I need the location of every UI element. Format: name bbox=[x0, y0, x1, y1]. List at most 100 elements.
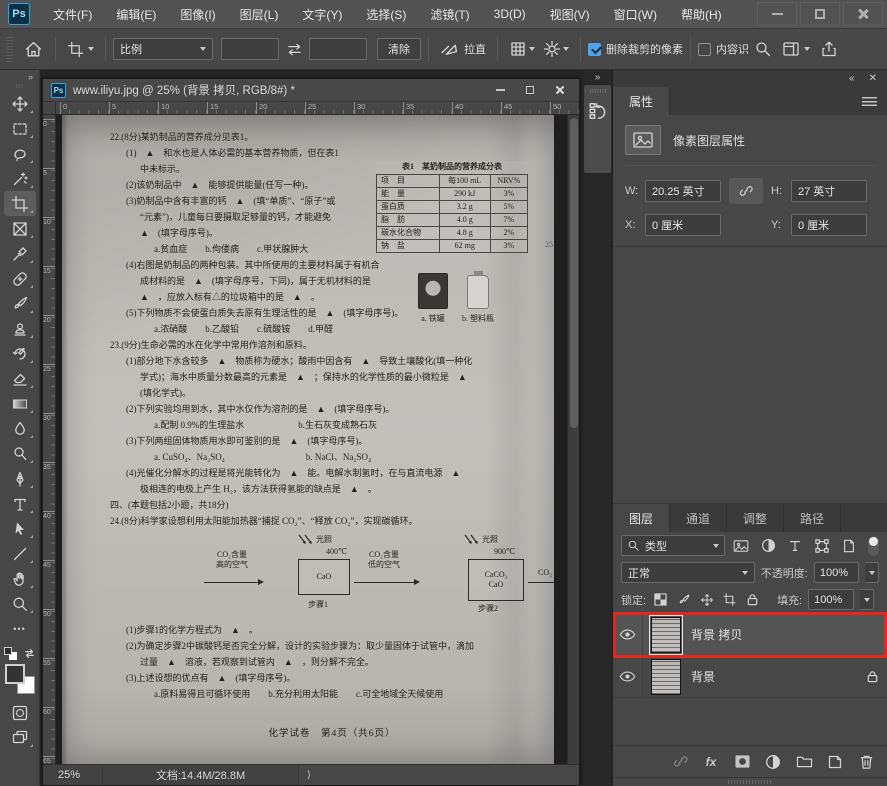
vertical-ruler[interactable]: 0 5 10 15 20 25 30 35 40 45 50 55 60 65 bbox=[43, 115, 56, 764]
delete-cropped-pixels-checkbox[interactable] bbox=[588, 42, 601, 56]
menu-item[interactable]: 视图(V) bbox=[539, 1, 601, 28]
toolbar-collapse-chevrons[interactable]: » bbox=[28, 72, 39, 84]
document-minimize-button[interactable] bbox=[485, 81, 515, 99]
menu-item[interactable]: 文件(F) bbox=[42, 1, 103, 28]
layer-row-background-copy[interactable]: 背景 拷贝 bbox=[613, 612, 887, 658]
menu-item[interactable]: 编辑(E) bbox=[105, 1, 167, 28]
gradient-tool[interactable] bbox=[4, 391, 36, 416]
lock-all-button[interactable] bbox=[744, 591, 761, 608]
layer-row-background[interactable]: 背景 bbox=[613, 656, 887, 698]
lock-position-button[interactable] bbox=[698, 591, 715, 608]
move-tool[interactable] bbox=[4, 91, 36, 116]
y-field[interactable]: 0 厘米 bbox=[791, 214, 867, 236]
menu-item[interactable]: 文字(Y) bbox=[291, 1, 353, 28]
tab-properties[interactable]: 属性 bbox=[613, 87, 671, 115]
swap-width-height-button[interactable] bbox=[279, 34, 309, 64]
document-titlebar[interactable]: Ps www.iliyu.jpg @ 25% (背景 拷贝, RGB/8#) * bbox=[43, 79, 579, 102]
swap-colors-icon[interactable] bbox=[23, 647, 36, 660]
document-maximize-button[interactable] bbox=[515, 81, 545, 99]
clone-stamp-tool[interactable] bbox=[4, 316, 36, 341]
link-layers-button[interactable] bbox=[669, 751, 691, 773]
menu-item[interactable]: 3D(D) bbox=[483, 2, 537, 26]
fill-dropdown-button[interactable] bbox=[860, 589, 875, 610]
clear-button[interactable]: 清除 bbox=[377, 38, 421, 60]
collapse-to-icons-button[interactable]: « bbox=[849, 73, 855, 84]
lock-image-pixels-button[interactable] bbox=[675, 591, 692, 608]
panel-close-button[interactable]: ✕ bbox=[869, 73, 877, 84]
screen-mode-button[interactable] bbox=[4, 725, 36, 750]
ruler-corner[interactable] bbox=[43, 102, 56, 115]
filter-pixel-layers-button[interactable] bbox=[731, 536, 752, 556]
delete-layer-button[interactable] bbox=[855, 751, 877, 773]
path-selection-tool[interactable] bbox=[4, 516, 36, 541]
frame-tool[interactable] bbox=[4, 216, 36, 241]
brush-tool[interactable] bbox=[4, 291, 36, 316]
horizontal-ruler[interactable]: 0 5 10 15 20 25 30 35 40 45 50 bbox=[56, 102, 579, 115]
canvas-area[interactable]: 22.(8分)某奶制品的营养成分见表1。 (1) ▲ 和水也是人体必需的基本营养物… bbox=[56, 115, 579, 764]
panel-menu-icon[interactable] bbox=[862, 96, 877, 106]
link-dimensions-button[interactable] bbox=[729, 178, 763, 204]
foreground-background-colors[interactable] bbox=[4, 664, 35, 694]
menu-item[interactable]: 滤镜(T) bbox=[419, 1, 480, 28]
history-brush-tool[interactable] bbox=[4, 341, 36, 366]
lock-artboard-button[interactable] bbox=[721, 591, 738, 608]
spot-healing-brush-tool[interactable] bbox=[4, 266, 36, 291]
layers-group-tab[interactable]: 路径 bbox=[784, 504, 842, 532]
layer-thumbnail[interactable] bbox=[648, 614, 684, 655]
minimize-button[interactable] bbox=[757, 2, 797, 26]
opacity-field[interactable]: 100% bbox=[813, 562, 860, 583]
search-button[interactable] bbox=[748, 34, 778, 64]
line-tool[interactable] bbox=[4, 541, 36, 566]
pen-tool[interactable] bbox=[4, 466, 36, 491]
layer-name[interactable]: 背景 拷贝 bbox=[691, 626, 887, 643]
blend-mode-select[interactable]: 正常 bbox=[621, 562, 755, 583]
layers-group-tab[interactable]: 通道 bbox=[670, 504, 728, 532]
menu-item[interactable]: 帮助(H) bbox=[670, 1, 733, 28]
type-tool[interactable] bbox=[4, 491, 36, 516]
workspace-switcher-button[interactable] bbox=[778, 34, 814, 64]
maximize-button[interactable] bbox=[800, 2, 840, 26]
opacity-dropdown-button[interactable] bbox=[865, 562, 880, 583]
layers-group-tab[interactable]: 调整 bbox=[727, 504, 785, 532]
history-panel-icon[interactable] bbox=[588, 101, 608, 121]
blur-tool[interactable] bbox=[4, 416, 36, 441]
menu-item[interactable]: 窗口(W) bbox=[603, 1, 668, 28]
scrollbar-thumb[interactable] bbox=[570, 118, 578, 428]
quick-mask-button[interactable] bbox=[4, 700, 36, 725]
rectangular-marquee-tool[interactable] bbox=[4, 116, 36, 141]
share-button[interactable] bbox=[814, 34, 844, 64]
crop-tool-preset-button[interactable] bbox=[63, 34, 98, 64]
x-field[interactable]: 0 厘米 bbox=[645, 214, 721, 236]
straighten-button[interactable]: 拉直 bbox=[436, 34, 490, 64]
content-aware-checkbox[interactable] bbox=[698, 42, 711, 56]
magic-wand-tool[interactable] bbox=[4, 166, 36, 191]
crop-height-input[interactable] bbox=[309, 38, 367, 60]
status-chevron-icon[interactable]: ⟩ bbox=[307, 770, 311, 781]
close-button[interactable] bbox=[843, 2, 883, 26]
dodge-tool[interactable] bbox=[4, 441, 36, 466]
filter-shape-layers-button[interactable] bbox=[812, 536, 833, 556]
filter-type-layers-button[interactable] bbox=[785, 536, 806, 556]
hand-tool[interactable] bbox=[4, 566, 36, 591]
layer-filtering-toggle[interactable] bbox=[867, 535, 879, 556]
menu-item[interactable]: 选择(S) bbox=[355, 1, 417, 28]
filter-adjustment-layers-button[interactable] bbox=[758, 536, 779, 556]
crop-settings-button[interactable] bbox=[539, 34, 573, 64]
overlay-options-button[interactable] bbox=[505, 34, 539, 64]
eyedropper-tool[interactable] bbox=[4, 241, 36, 266]
lock-transparent-pixels-button[interactable] bbox=[652, 591, 669, 608]
layer-thumbnail[interactable] bbox=[651, 658, 681, 695]
layers-group-tab[interactable]: 图层 bbox=[613, 504, 671, 532]
fill-field[interactable]: 100% bbox=[808, 589, 855, 610]
foreground-color-swatch[interactable] bbox=[4, 664, 25, 684]
crop-tool[interactable] bbox=[3, 191, 36, 216]
new-adjustment-layer-button[interactable] bbox=[762, 751, 784, 773]
crop-ratio-select[interactable]: 比例 bbox=[113, 38, 213, 60]
menu-item[interactable]: 图层(L) bbox=[229, 1, 290, 28]
menu-item[interactable]: 图像(I) bbox=[169, 1, 226, 28]
default-colors-icon[interactable] bbox=[3, 647, 17, 660]
new-group-button[interactable] bbox=[793, 751, 815, 773]
filter-smart-objects-button[interactable] bbox=[839, 536, 860, 556]
crop-width-input[interactable] bbox=[221, 38, 279, 60]
layer-name[interactable]: 背景 bbox=[691, 668, 857, 685]
